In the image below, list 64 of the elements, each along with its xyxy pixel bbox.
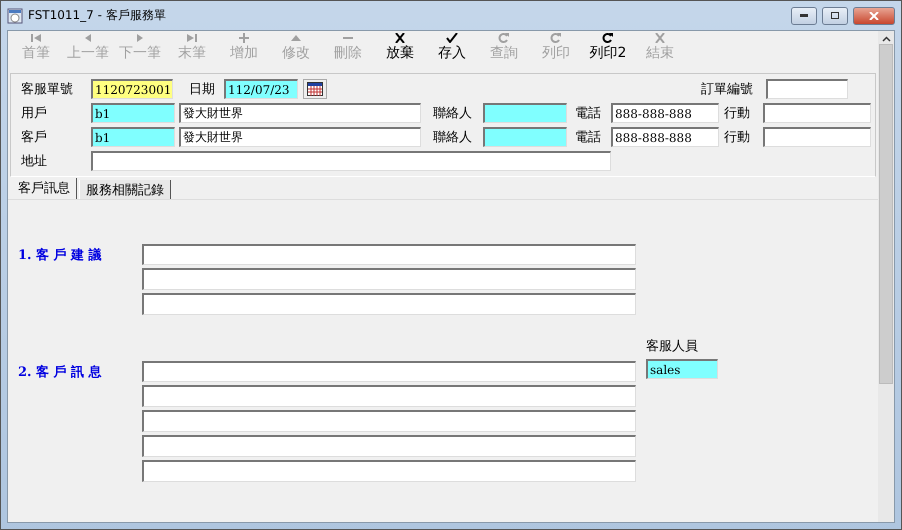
toolbar-button[interactable]: 存入 <box>426 31 478 71</box>
minimize-button[interactable] <box>791 6 817 24</box>
text-line-field[interactable] <box>142 361 636 382</box>
field-label: 客服單號 <box>21 81 74 98</box>
section-title: 2. 客 戶 訊 息 <box>18 364 103 382</box>
service-number-field[interactable]: 1120723001 <box>91 79 173 99</box>
window-title: FST1011_7 - 客戶服務單 <box>28 7 167 24</box>
cross-icon <box>654 33 666 43</box>
maximize-icon <box>831 12 839 19</box>
name-field[interactable]: 發大財世界 <box>179 127 421 147</box>
redo-icon <box>602 33 614 43</box>
field-label: 訂單編號 <box>701 81 754 98</box>
maximize-button[interactable] <box>822 6 848 24</box>
field-label: 行動 <box>724 129 751 146</box>
scrollbar[interactable] <box>878 31 894 522</box>
address-field[interactable] <box>91 151 611 171</box>
cross-icon <box>394 33 406 43</box>
redo-icon <box>550 33 562 43</box>
mobile-field[interactable] <box>763 103 871 123</box>
date-field[interactable]: 112/07/23 <box>224 79 298 99</box>
text-line-field[interactable] <box>142 460 636 482</box>
code-field[interactable]: b1 <box>91 103 175 123</box>
text-line-field[interactable] <box>142 244 636 265</box>
field-label: 用戶 <box>21 105 48 122</box>
plus-icon <box>238 33 250 43</box>
scroll-up-icon <box>882 36 890 42</box>
scroll-thumb[interactable] <box>879 44 893 384</box>
triangle-up-icon <box>290 33 302 43</box>
text-line-field[interactable] <box>142 435 636 457</box>
phone-field[interactable]: 888-888-888 <box>611 103 719 123</box>
section-title: 1. 客 戶 建 議 <box>18 246 103 265</box>
field-label: 客戶 <box>21 129 48 146</box>
tab[interactable]: 服務相關記錄 <box>79 180 171 199</box>
close-button[interactable] <box>853 6 895 24</box>
field-label: 行動 <box>724 105 751 122</box>
redo-icon <box>498 33 510 43</box>
calendar-button[interactable] <box>303 79 327 99</box>
app-icon <box>7 8 23 24</box>
last-record-icon <box>186 33 198 43</box>
field-label: 客服人員 <box>646 338 699 355</box>
field-label: 聯絡人 <box>433 129 473 146</box>
field-label: 聯絡人 <box>433 105 473 122</box>
contact-field[interactable] <box>483 127 567 147</box>
text-line-field[interactable] <box>142 293 636 315</box>
close-icon <box>869 12 879 20</box>
text-line-field[interactable] <box>142 385 636 407</box>
field-label: 地址 <box>21 153 48 170</box>
name-field[interactable]: 發大財世界 <box>179 103 421 123</box>
mobile-field[interactable] <box>763 127 871 147</box>
field-label: 電話 <box>575 129 602 146</box>
code-field[interactable]: b1 <box>91 127 175 147</box>
contact-field[interactable] <box>483 103 567 123</box>
text-line-field[interactable] <box>142 268 636 290</box>
order-number-field[interactable] <box>766 79 848 99</box>
field-label: 電話 <box>575 105 602 122</box>
phone-field[interactable]: 888-888-888 <box>611 127 719 147</box>
minimize-icon <box>800 14 808 17</box>
staff-field[interactable]: sales <box>646 359 718 379</box>
field-label: 日期 <box>189 81 216 98</box>
toolbar-button[interactable]: 放棄 <box>374 31 426 71</box>
text-line-field[interactable] <box>142 410 636 432</box>
toolbar-button[interactable]: 列印2 <box>582 31 634 71</box>
check-icon <box>446 33 458 43</box>
first-record-icon <box>30 33 42 43</box>
